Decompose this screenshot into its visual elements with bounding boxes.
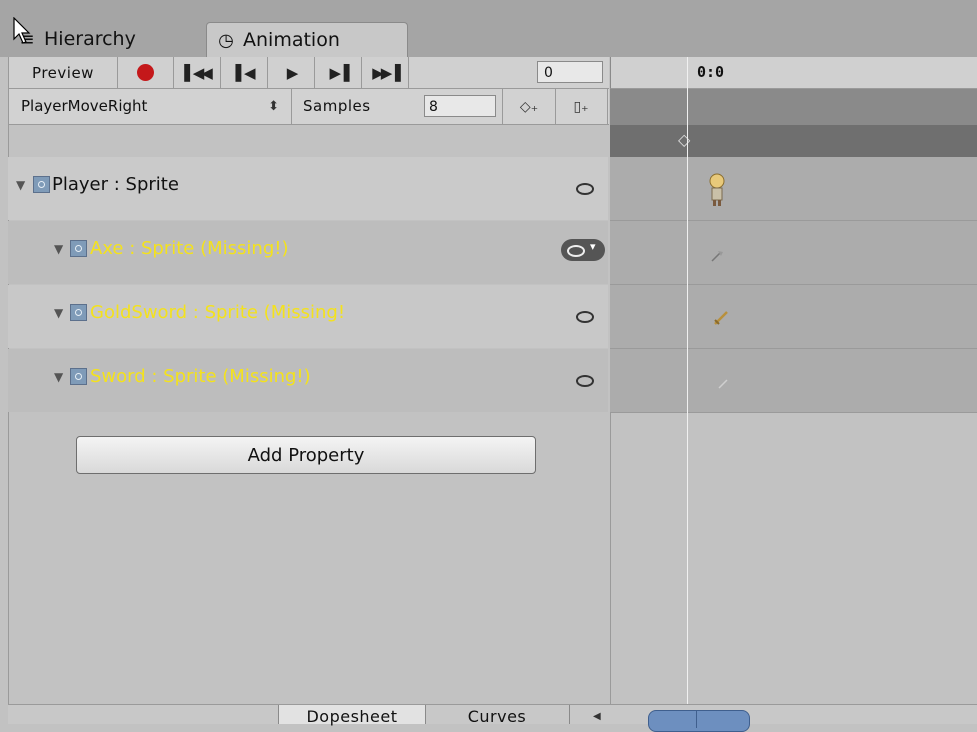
timeline-row-axe[interactable]: [610, 221, 977, 285]
tab-dopesheet[interactable]: Dopesheet: [278, 705, 426, 726]
sprite-renderer-icon: [70, 368, 87, 385]
add-keyframe-icon: ◇₊: [519, 98, 539, 115]
scrollbar-divider: [696, 710, 697, 728]
add-event-icon: ▯₊: [573, 98, 589, 115]
play-button[interactable]: ▶: [268, 57, 315, 88]
current-time-label: 0:0: [697, 63, 725, 81]
add-property-button[interactable]: Add Property: [76, 436, 536, 474]
timeline-row-gold-sword[interactable]: [610, 285, 977, 349]
sprite-renderer-icon: [70, 304, 87, 321]
gold-sword-sprite-icon[interactable]: [712, 309, 730, 327]
previous-keyframe-button[interactable]: ▌◀: [221, 57, 268, 88]
horizontal-scrollbar-thumb[interactable]: [648, 710, 750, 732]
fold-arrow-icon[interactable]: ▼: [16, 178, 25, 192]
property-label: Sword : Sprite (Missing!): [90, 366, 311, 387]
property-label: GoldSword : Sprite (Missing!: [90, 302, 346, 323]
next-keyframe-button[interactable]: ▶▐: [315, 57, 362, 88]
preview-button[interactable]: Preview: [9, 57, 118, 88]
updown-arrows-icon: ⬍: [268, 99, 279, 114]
fold-arrow-icon[interactable]: ▼: [54, 306, 63, 320]
tab-animation[interactable]: ◷ Animation: [206, 22, 408, 58]
clip-selector[interactable]: PlayerMoveRight ⬍: [9, 89, 292, 124]
timeline-row-player[interactable]: [610, 157, 977, 221]
dropdown-arrow-icon: ▾: [590, 240, 596, 253]
play-icon: ▶: [286, 63, 298, 82]
property-row-axe[interactable]: ▼ Axe : Sprite (Missing!) ▾: [8, 221, 608, 284]
bottom-bar: Dopesheet Curves ◀: [8, 704, 977, 732]
clip-row: PlayerMoveRight ⬍ Samples 8 ◇₊ ▯₊: [8, 89, 609, 125]
samples-field[interactable]: 8: [424, 95, 496, 117]
add-keyframe-button[interactable]: ◇₊: [502, 89, 556, 124]
player-sprite-icon[interactable]: [708, 173, 726, 207]
property-label: Axe : Sprite (Missing!): [90, 238, 289, 259]
timeline-events-track[interactable]: [610, 89, 977, 125]
fold-arrow-icon[interactable]: ▼: [54, 242, 63, 256]
add-event-button[interactable]: ▯₊: [555, 89, 608, 124]
sprite-renderer-icon: [70, 240, 87, 257]
tab-hierarchy[interactable]: ≡ Hierarchy: [8, 22, 204, 57]
next-key-icon: ▶▐: [329, 63, 349, 82]
curve-toggle-icon[interactable]: [576, 375, 594, 387]
tab-curves[interactable]: Curves: [425, 705, 570, 726]
clip-name: PlayerMoveRight: [21, 97, 148, 115]
curve-toggle-icon[interactable]: [576, 183, 594, 195]
scroll-left-icon[interactable]: ◀: [593, 711, 601, 722]
axe-sprite-icon[interactable]: [710, 249, 724, 263]
mouse-cursor-icon: [13, 17, 31, 44]
last-key-icon: ▶▶▐: [372, 63, 401, 82]
curve-menu-button[interactable]: ▾: [561, 239, 605, 261]
timeline-ruler[interactable]: 0:0: [610, 57, 977, 89]
fold-arrow-icon[interactable]: ▼: [54, 370, 63, 384]
curve-toggle-icon: [567, 245, 585, 257]
last-keyframe-button[interactable]: ▶▶▐: [362, 57, 409, 88]
property-row-gold-sword[interactable]: ▼ GoldSword : Sprite (Missing!: [8, 285, 608, 348]
sprite-renderer-icon: [33, 176, 50, 193]
tab-hierarchy-label: Hierarchy: [44, 28, 136, 50]
record-button[interactable]: [118, 57, 174, 88]
samples-label: Samples: [303, 97, 371, 115]
animation-toolbar: Preview ▌◀◀ ▌◀ ▶ ▶▐ ▶▶▐ 0: [8, 57, 609, 89]
sword-sprite-icon[interactable]: [716, 377, 730, 391]
timeline-summary-track[interactable]: ◇: [610, 125, 977, 157]
frame-field[interactable]: 0: [537, 61, 603, 83]
tab-animation-label: Animation: [243, 29, 340, 51]
first-keyframe-button[interactable]: ▌◀◀: [174, 57, 221, 88]
timeline-row-sword[interactable]: [610, 349, 977, 413]
curve-toggle-icon[interactable]: [576, 311, 594, 323]
property-row-player[interactable]: ▼ Player : Sprite: [8, 157, 608, 220]
diamond-key-icon[interactable]: ◇: [678, 130, 690, 149]
property-label: Player : Sprite: [52, 174, 179, 195]
first-key-icon: ▌◀◀: [184, 63, 213, 82]
property-row-sword[interactable]: ▼ Sword : Sprite (Missing!): [8, 349, 608, 412]
record-icon: [137, 64, 154, 81]
playhead-line[interactable]: [687, 57, 688, 723]
prev-key-icon: ▌◀: [235, 63, 255, 82]
clock-icon: ◷: [218, 30, 234, 51]
timeline-empty-area[interactable]: [610, 413, 977, 704]
